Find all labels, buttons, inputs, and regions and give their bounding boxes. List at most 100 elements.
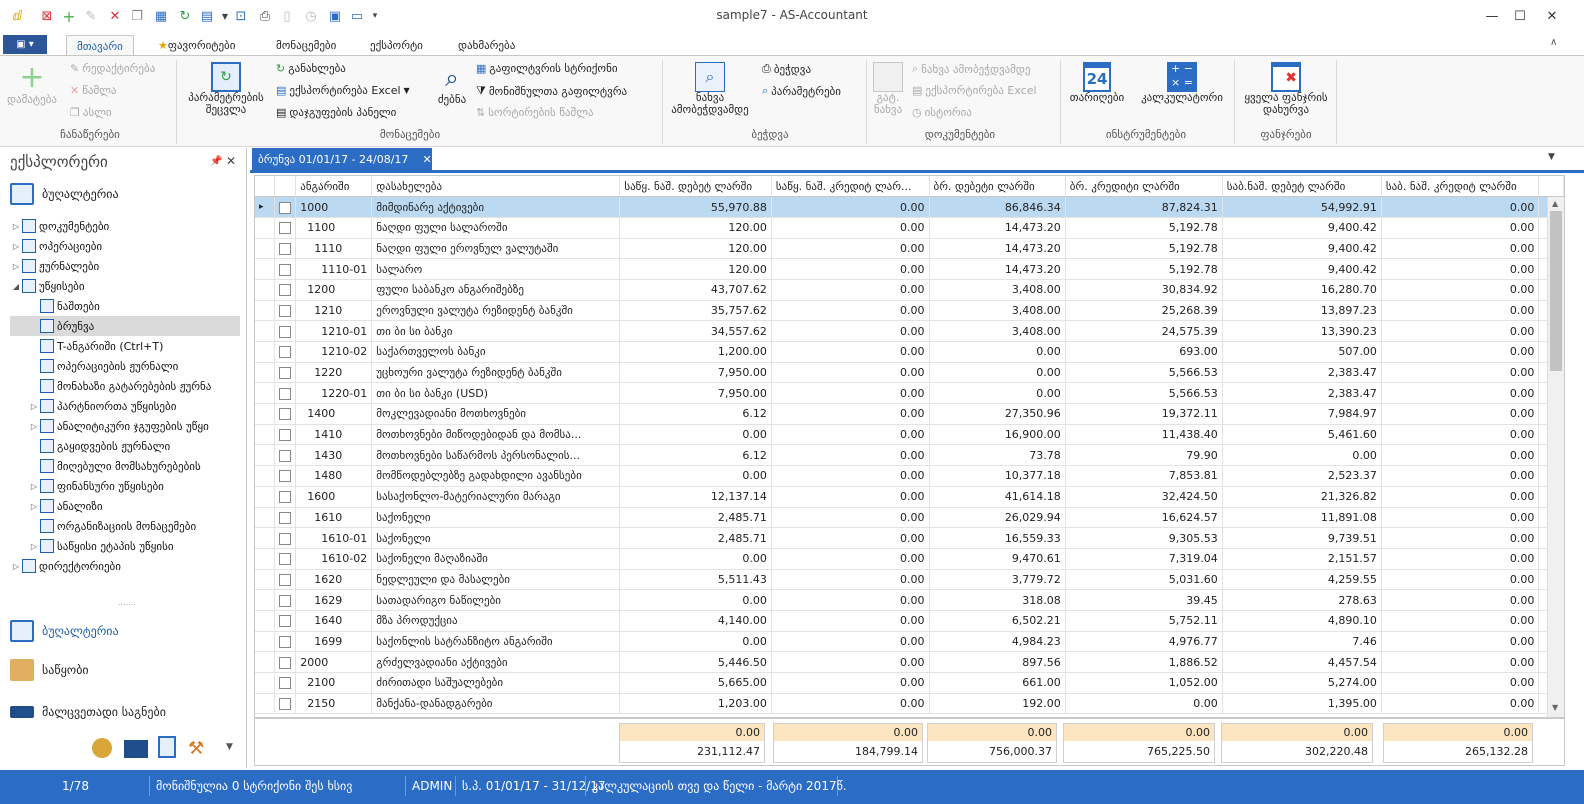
more-nav-icon[interactable]: ▼ [226,742,233,752]
tree-item[interactable]: ▷ ჟურნალები [10,256,240,276]
table-row[interactable]: 1100 ნაღდი ფული სალაროში 120.00 0.00 14,473.… [255,217,1564,239]
row-checkbox[interactable] [279,304,292,317]
filter-row-button[interactable]: ▦ გაფილტვრის სტრიქონი [476,62,618,75]
row-checkbox[interactable] [279,635,292,648]
row-checkbox[interactable] [279,470,292,483]
calculator-button[interactable]: + − × = კალკულატორი [1134,62,1230,104]
group-panel-button[interactable]: ▤ დაჯგუფების პანელი [276,106,396,119]
tree-item[interactable]: ორგანიზაციის მონაცემები [10,516,240,536]
column-header[interactable]: ბრ. დებეტი ლარში [929,176,1066,198]
tree-item[interactable]: ▷ ანალიზი [10,496,240,516]
explorer-root[interactable]: ბუღალტერია [10,180,119,208]
print-params-button[interactable]: ⌕ პარამეტრები [762,84,841,98]
tree-item[interactable]: ▷ საწყისი ეტაპის უწყისი [10,536,240,556]
scroll-down-icon[interactable]: ▼ [1552,703,1558,712]
column-header[interactable]: საწყ. ნაშ. კრედიტ ლარ... [771,176,930,198]
table-row[interactable]: 1400 მოკლევადიანი მოთხოვნები 6.12 0.00 27,35… [255,403,1564,425]
tree-item[interactable]: მიღებული მომსახურებების [10,456,240,476]
table-row[interactable]: 1640 მზა პროდუქცია 4,140.00 0.00 6,502.21 5,7… [255,610,1564,632]
row-checkbox[interactable] [279,284,292,297]
history-button[interactable]: ◷ ისტორია [912,106,972,119]
close-panel-icon[interactable]: ✕ [226,154,236,168]
table-row[interactable]: 1210-01 თი ბი სი ბანკი 34,557.62 0.00 3,408.… [255,320,1564,342]
table-row[interactable]: 1110-01 სალარო 120.00 0.00 14,473.20 5,192.78… [255,258,1564,280]
document-tab[interactable]: ბრუნვა 01/01/17 - 24/08/17 ✕ [252,148,432,170]
close-all-windows-button[interactable]: ✖ ყველა ფანჯრის დახურვა [1238,62,1334,116]
expand-arrow-icon[interactable]: ▷ [10,562,22,571]
table-row[interactable]: 2150 მანქანა-დანადგარები 1,203.00 0.00 192.0… [255,693,1564,715]
table-row[interactable]: 1600 სასაქონლო-მატერიალური მარაგი 12,137.1… [255,486,1564,508]
checkbox-header[interactable] [274,176,297,198]
minimize-button[interactable]: — [1478,4,1506,28]
row-checkbox[interactable] [279,511,292,524]
table-row[interactable]: ▸ 1000 მიმდინარე აქტივები 55,970.88 0.00 86,8… [255,196,1564,218]
expand-arrow-icon[interactable]: ▷ [28,502,40,511]
print-button[interactable]: ⎙ ბეჭდვა [762,62,811,76]
delete-button[interactable]: ✕ წაშლა [70,84,117,97]
table-row[interactable]: 1220 უცხოური ვალუტა რეზიდენტ ბანკში 7,950.… [255,362,1564,384]
table-row[interactable]: 2000 გრძელვადიანი აქტივები 5,446.50 0.00 897… [255,651,1564,673]
expand-arrow-icon[interactable]: ▷ [28,422,40,431]
row-checkbox[interactable] [279,387,292,400]
tree-item[interactable]: ▷ დირექტორიები [10,556,240,576]
maximize-button[interactable]: ☐ [1506,4,1534,28]
row-checkbox[interactable] [279,222,292,235]
row-checkbox[interactable] [279,594,292,607]
expand-arrow-icon[interactable]: ▷ [10,262,22,271]
table-row[interactable]: 1110 ნაღდი ფული ეროვნულ ვალუტაში 120.00 0.0… [255,238,1564,260]
table-row[interactable]: 1699 საქონლის სატრანზიტო ანგარიში 0.00 0.00… [255,631,1564,653]
table-row[interactable]: 1610-02 საქონელი მაღაზიაში 0.00 0.00 9,470.6… [255,548,1564,570]
nav-accounting[interactable]: ბუღალტერია [10,617,119,645]
edit-button[interactable]: ✎ რედაქტირება [70,62,155,75]
tab-home[interactable]: მთავარი [66,35,134,56]
tree-item[interactable]: ▷ დოკუმენტები [10,216,240,236]
print-preview-button[interactable]: ⌕ ნახვა ამობეჭდვამდე [664,62,756,116]
tree-item[interactable]: ნაშთები [10,296,240,316]
report-icon[interactable] [158,736,176,758]
selected-filter-button[interactable]: ⧩ მონიშნულთა გაფილტვრა [476,84,627,98]
table-row[interactable]: 1620 ნედლეული და მასალები 5,511.43 0.00 3,77… [255,569,1564,591]
expand-arrow-icon[interactable]: ◢ [10,282,22,291]
pin-icon[interactable]: 📌 [210,156,222,167]
refresh-button[interactable]: ↻ განახლება [276,62,346,75]
export-excel-button[interactable]: ▤ ექსპორტირება Excel ▼ [276,84,410,97]
row-checkbox[interactable] [279,553,292,566]
row-checkbox[interactable] [279,325,292,338]
expand-arrow-icon[interactable]: ▷ [10,242,22,251]
tab-data[interactable]: მონაცემები [266,35,346,56]
coins-icon[interactable] [92,738,112,758]
export-excel2-button[interactable]: ▤ ექსპორტირება Excel [912,84,1037,97]
row-checkbox[interactable] [279,367,292,380]
view-print-button[interactable]: ⌕ ნახვა ამობეჭდვამდე [912,62,1031,76]
column-header[interactable]: დასახელება [371,176,621,198]
tab-list-dropdown-icon[interactable]: ▼ [1548,152,1555,162]
close-window-button[interactable]: ✕ [1538,4,1566,28]
row-checkbox[interactable] [279,263,292,276]
table-row[interactable]: 1480 მომწოდებლებზე გადახდილი ავანსები 0.00… [255,465,1564,487]
splitter-grip[interactable]: ....... [118,598,136,607]
close-tab-icon[interactable]: ✕ [422,153,431,166]
scroll-thumb[interactable] [1550,211,1562,371]
tree-item[interactable]: ◢ უწყისები [10,276,240,296]
row-checkbox[interactable] [279,532,292,545]
table-row[interactable]: 2100 ძირითადი საშუალებები 5,665.00 0.00 661.… [255,672,1564,694]
expand-arrow-icon[interactable]: ▷ [28,482,40,491]
app-menu-button[interactable]: ▣ ▾ [3,35,47,54]
search-button[interactable]: ⌕ ძებნა [432,62,472,106]
tree-item[interactable]: ▷ ფინანსური უწყისები [10,476,240,496]
table-row[interactable]: 1220-01 თი ბი სი ბანკი (USD) 7,950.00 0.00 0… [255,382,1564,405]
table-row[interactable]: 1210 ეროვნული ვალუტა რეზიდენტ ბანკში 35,75… [255,300,1564,322]
row-checkbox[interactable] [279,491,292,504]
table-row[interactable]: 1610 საქონელი 2,485.71 0.00 26,029.94 16,624.… [255,507,1564,529]
nav-low-value[interactable]: მალცვეთადი საგნები [10,698,166,726]
factory-icon[interactable] [124,740,148,758]
row-checkbox[interactable] [279,201,292,214]
tools-icon[interactable]: ⚒ [188,738,204,759]
row-checkbox[interactable] [279,408,292,421]
row-checkbox[interactable] [279,242,292,255]
row-checkbox[interactable] [279,449,292,462]
add-button[interactable]: + დამატება [4,62,60,106]
expand-arrow-icon[interactable]: ▷ [28,542,40,551]
column-header[interactable]: საწყ. ნაშ. დებეტ ლარში [619,176,772,198]
row-checkbox[interactable] [279,346,292,359]
